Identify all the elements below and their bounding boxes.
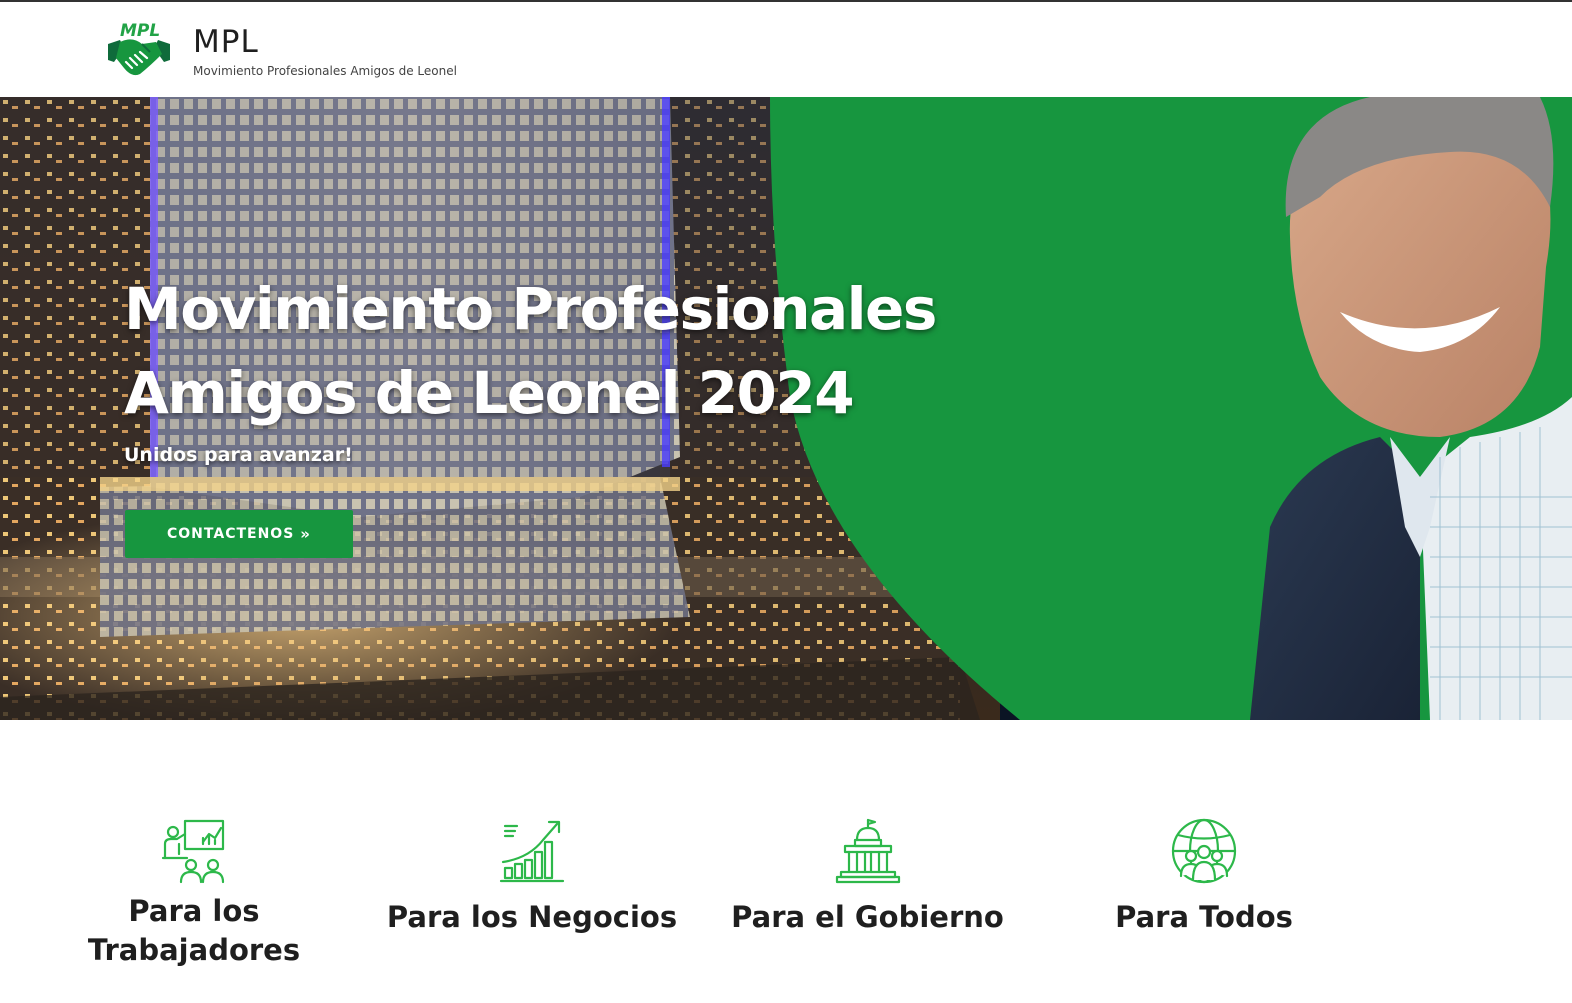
brand-name: MPL xyxy=(193,24,259,60)
contact-button-label: CONTACTENOS xyxy=(167,526,295,542)
feature-todos: Para Todos xyxy=(1084,818,1324,937)
brand-tagline: Movimiento Profesionales Amigos de Leone… xyxy=(193,64,457,78)
government-building-icon xyxy=(835,818,900,884)
handshake-icon: MPL xyxy=(108,21,170,76)
hero-title: Movimiento Profesionales Amigos de Leone… xyxy=(124,275,937,427)
feature-trabajadores: Para los Trabajadores xyxy=(74,818,314,970)
feature-label: Para el Gobierno xyxy=(731,900,1004,934)
presentation-team-icon xyxy=(161,819,225,884)
feature-gobierno: Para el Gobierno xyxy=(720,818,1015,937)
svg-text:MPL: MPL xyxy=(120,21,160,41)
site-header: MPL MPL Movimiento Profesionales Amigos … xyxy=(0,2,1572,97)
hero-banner: Movimiento Profesionales Amigos de Leone… xyxy=(0,97,1572,720)
feature-negocios: Para los Negocios xyxy=(382,818,682,937)
feature-label: Para los Trabajadores xyxy=(87,894,301,967)
growth-chart-icon xyxy=(499,820,565,883)
feature-label: Para Todos xyxy=(1115,900,1293,934)
global-community-icon xyxy=(1171,818,1237,884)
contact-button[interactable]: CONTACTENOS » xyxy=(125,510,353,558)
features-section: Para los Trabajadores Para los Negocios … xyxy=(0,720,1572,1003)
feature-label: Para los Negocios xyxy=(386,900,678,934)
double-chevron-right-icon: » xyxy=(300,525,311,543)
hero-subtitle: Unidos para avanzar! xyxy=(124,444,353,466)
